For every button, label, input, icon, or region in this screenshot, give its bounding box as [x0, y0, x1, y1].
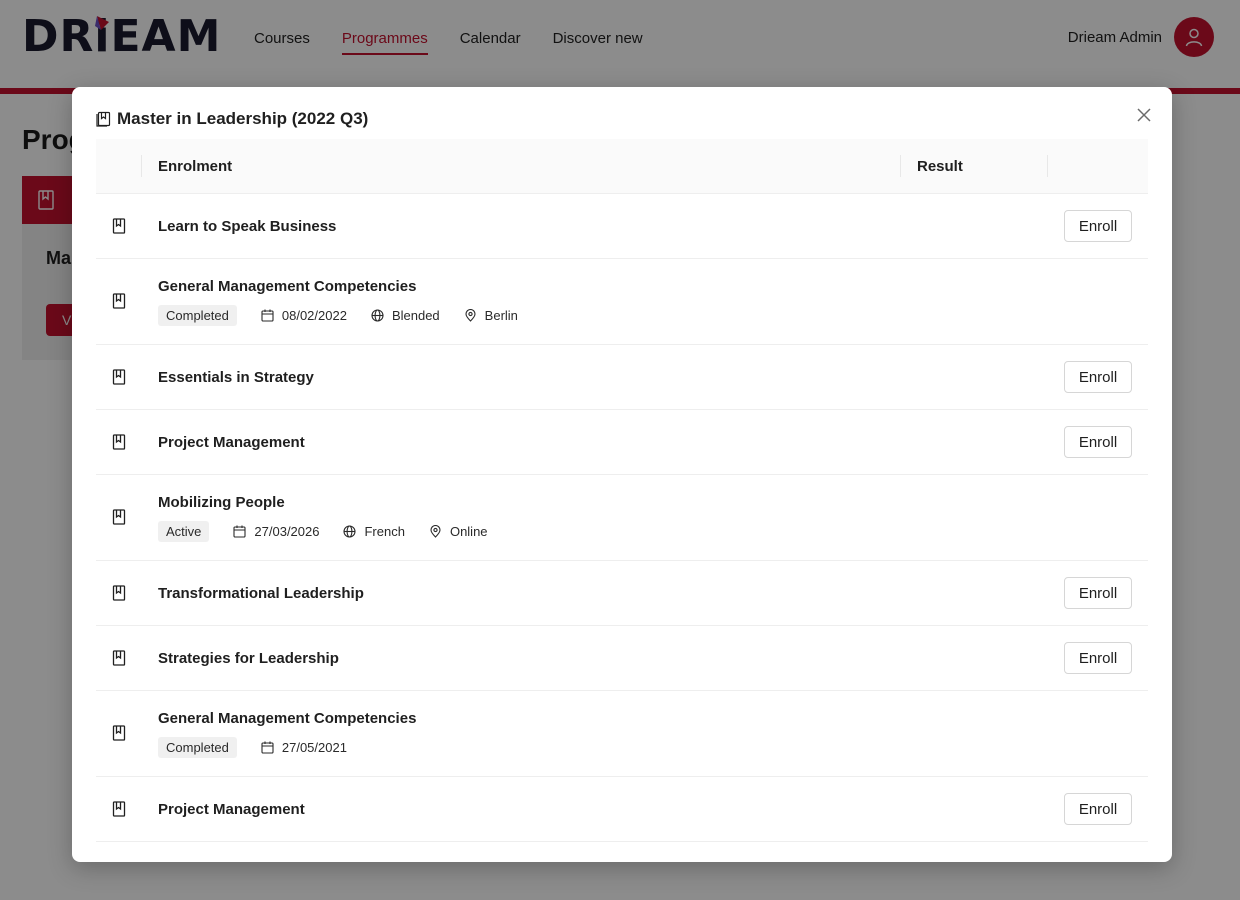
course-name[interactable]: General Management Competencies — [158, 278, 416, 295]
book-icon — [112, 369, 126, 385]
book-icon — [112, 218, 126, 234]
table-row: Project Management Enroll — [96, 777, 1148, 842]
enrolment-table: Enrolment Result Learn to Speak Business… — [96, 139, 1148, 842]
book-icon — [112, 725, 126, 741]
enroll-button[interactable]: Enroll — [1064, 426, 1132, 458]
column-divider — [900, 155, 901, 177]
course-name[interactable]: Strategies for Leadership — [158, 650, 339, 667]
programme-modal: Master in Leadership (2022 Q3) Enrolment… — [72, 87, 1172, 862]
course-format: French — [343, 524, 405, 539]
enroll-button[interactable]: Enroll — [1064, 642, 1132, 674]
modal-title-text: Master in Leadership (2022 Q3) — [117, 109, 369, 128]
course-date-text: 27/03/2026 — [254, 524, 320, 539]
table-row: Mobilizing People Active 27/03/2026 French O… — [96, 475, 1148, 561]
course-name[interactable]: Learn to Speak Business — [158, 218, 336, 235]
column-divider — [141, 155, 142, 177]
table-row: Learn to Speak Business Enroll — [96, 194, 1148, 259]
calendar-icon — [261, 309, 274, 322]
course-date: 27/05/2021 — [261, 740, 347, 755]
location-pin-icon — [464, 308, 477, 322]
status-badge: Completed — [158, 305, 237, 326]
table-row: Essentials in Strategy Enroll — [96, 345, 1148, 410]
table-row: General Management Competencies Completed… — [96, 259, 1148, 345]
modal-title: Master in Leadership (2022 Q3) — [96, 109, 368, 129]
status-badge: Active — [158, 521, 210, 542]
course-format: Blended — [371, 308, 440, 323]
enroll-button[interactable]: Enroll — [1064, 793, 1132, 825]
column-header-enrolment: Enrolment — [158, 158, 233, 175]
close-icon[interactable] — [1134, 105, 1154, 125]
course-meta: Active 27/03/2026 French Online — [158, 521, 512, 542]
table-row: Project Management Enroll — [96, 410, 1148, 475]
globe-icon — [343, 525, 357, 538]
book-icon — [112, 509, 126, 525]
course-name[interactable]: Project Management — [158, 801, 305, 818]
course-format-text: French — [364, 524, 405, 539]
course-date-text: 27/05/2021 — [281, 740, 347, 755]
course-location-text: Berlin — [484, 308, 518, 323]
calendar-icon — [233, 525, 246, 538]
table-row: Transformational Leadership Enroll — [96, 561, 1148, 626]
book-icon — [96, 111, 111, 127]
enroll-button[interactable]: Enroll — [1064, 210, 1132, 242]
table-header: Enrolment Result — [96, 139, 1148, 194]
course-name[interactable]: Transformational Leadership — [158, 585, 364, 602]
course-location: Berlin — [464, 308, 518, 323]
course-date: 08/02/2022 — [261, 308, 347, 323]
course-date: 27/03/2026 — [233, 524, 319, 539]
table-row: General Management Competencies Completed… — [96, 691, 1148, 777]
course-name[interactable]: Mobilizing People — [158, 494, 285, 511]
course-name[interactable]: Essentials in Strategy — [158, 369, 314, 386]
course-name[interactable]: Project Management — [158, 434, 305, 451]
course-meta: Completed 08/02/2022 Blended Berlin — [158, 305, 542, 326]
location-pin-icon — [429, 524, 442, 538]
course-location: Online — [429, 524, 488, 539]
book-icon — [112, 434, 126, 450]
course-location-text: Online — [449, 524, 488, 539]
book-icon — [112, 650, 126, 666]
column-header-result: Result — [917, 158, 963, 175]
table-row: Strategies for Leadership Enroll — [96, 626, 1148, 691]
book-icon — [112, 801, 126, 817]
course-format-text: Blended — [391, 308, 440, 323]
status-badge: Completed — [158, 737, 237, 758]
course-meta: Completed 27/05/2021 — [158, 737, 371, 758]
column-divider — [1047, 155, 1048, 177]
enroll-button[interactable]: Enroll — [1064, 577, 1132, 609]
calendar-icon — [261, 741, 274, 754]
globe-icon — [371, 309, 384, 322]
course-date-text: 08/02/2022 — [281, 308, 347, 323]
enroll-button[interactable]: Enroll — [1064, 361, 1132, 393]
book-icon — [112, 293, 126, 309]
course-name[interactable]: General Management Competencies — [158, 710, 416, 727]
table-body: Learn to Speak Business Enroll General Man… — [96, 194, 1148, 842]
book-icon — [112, 585, 126, 601]
